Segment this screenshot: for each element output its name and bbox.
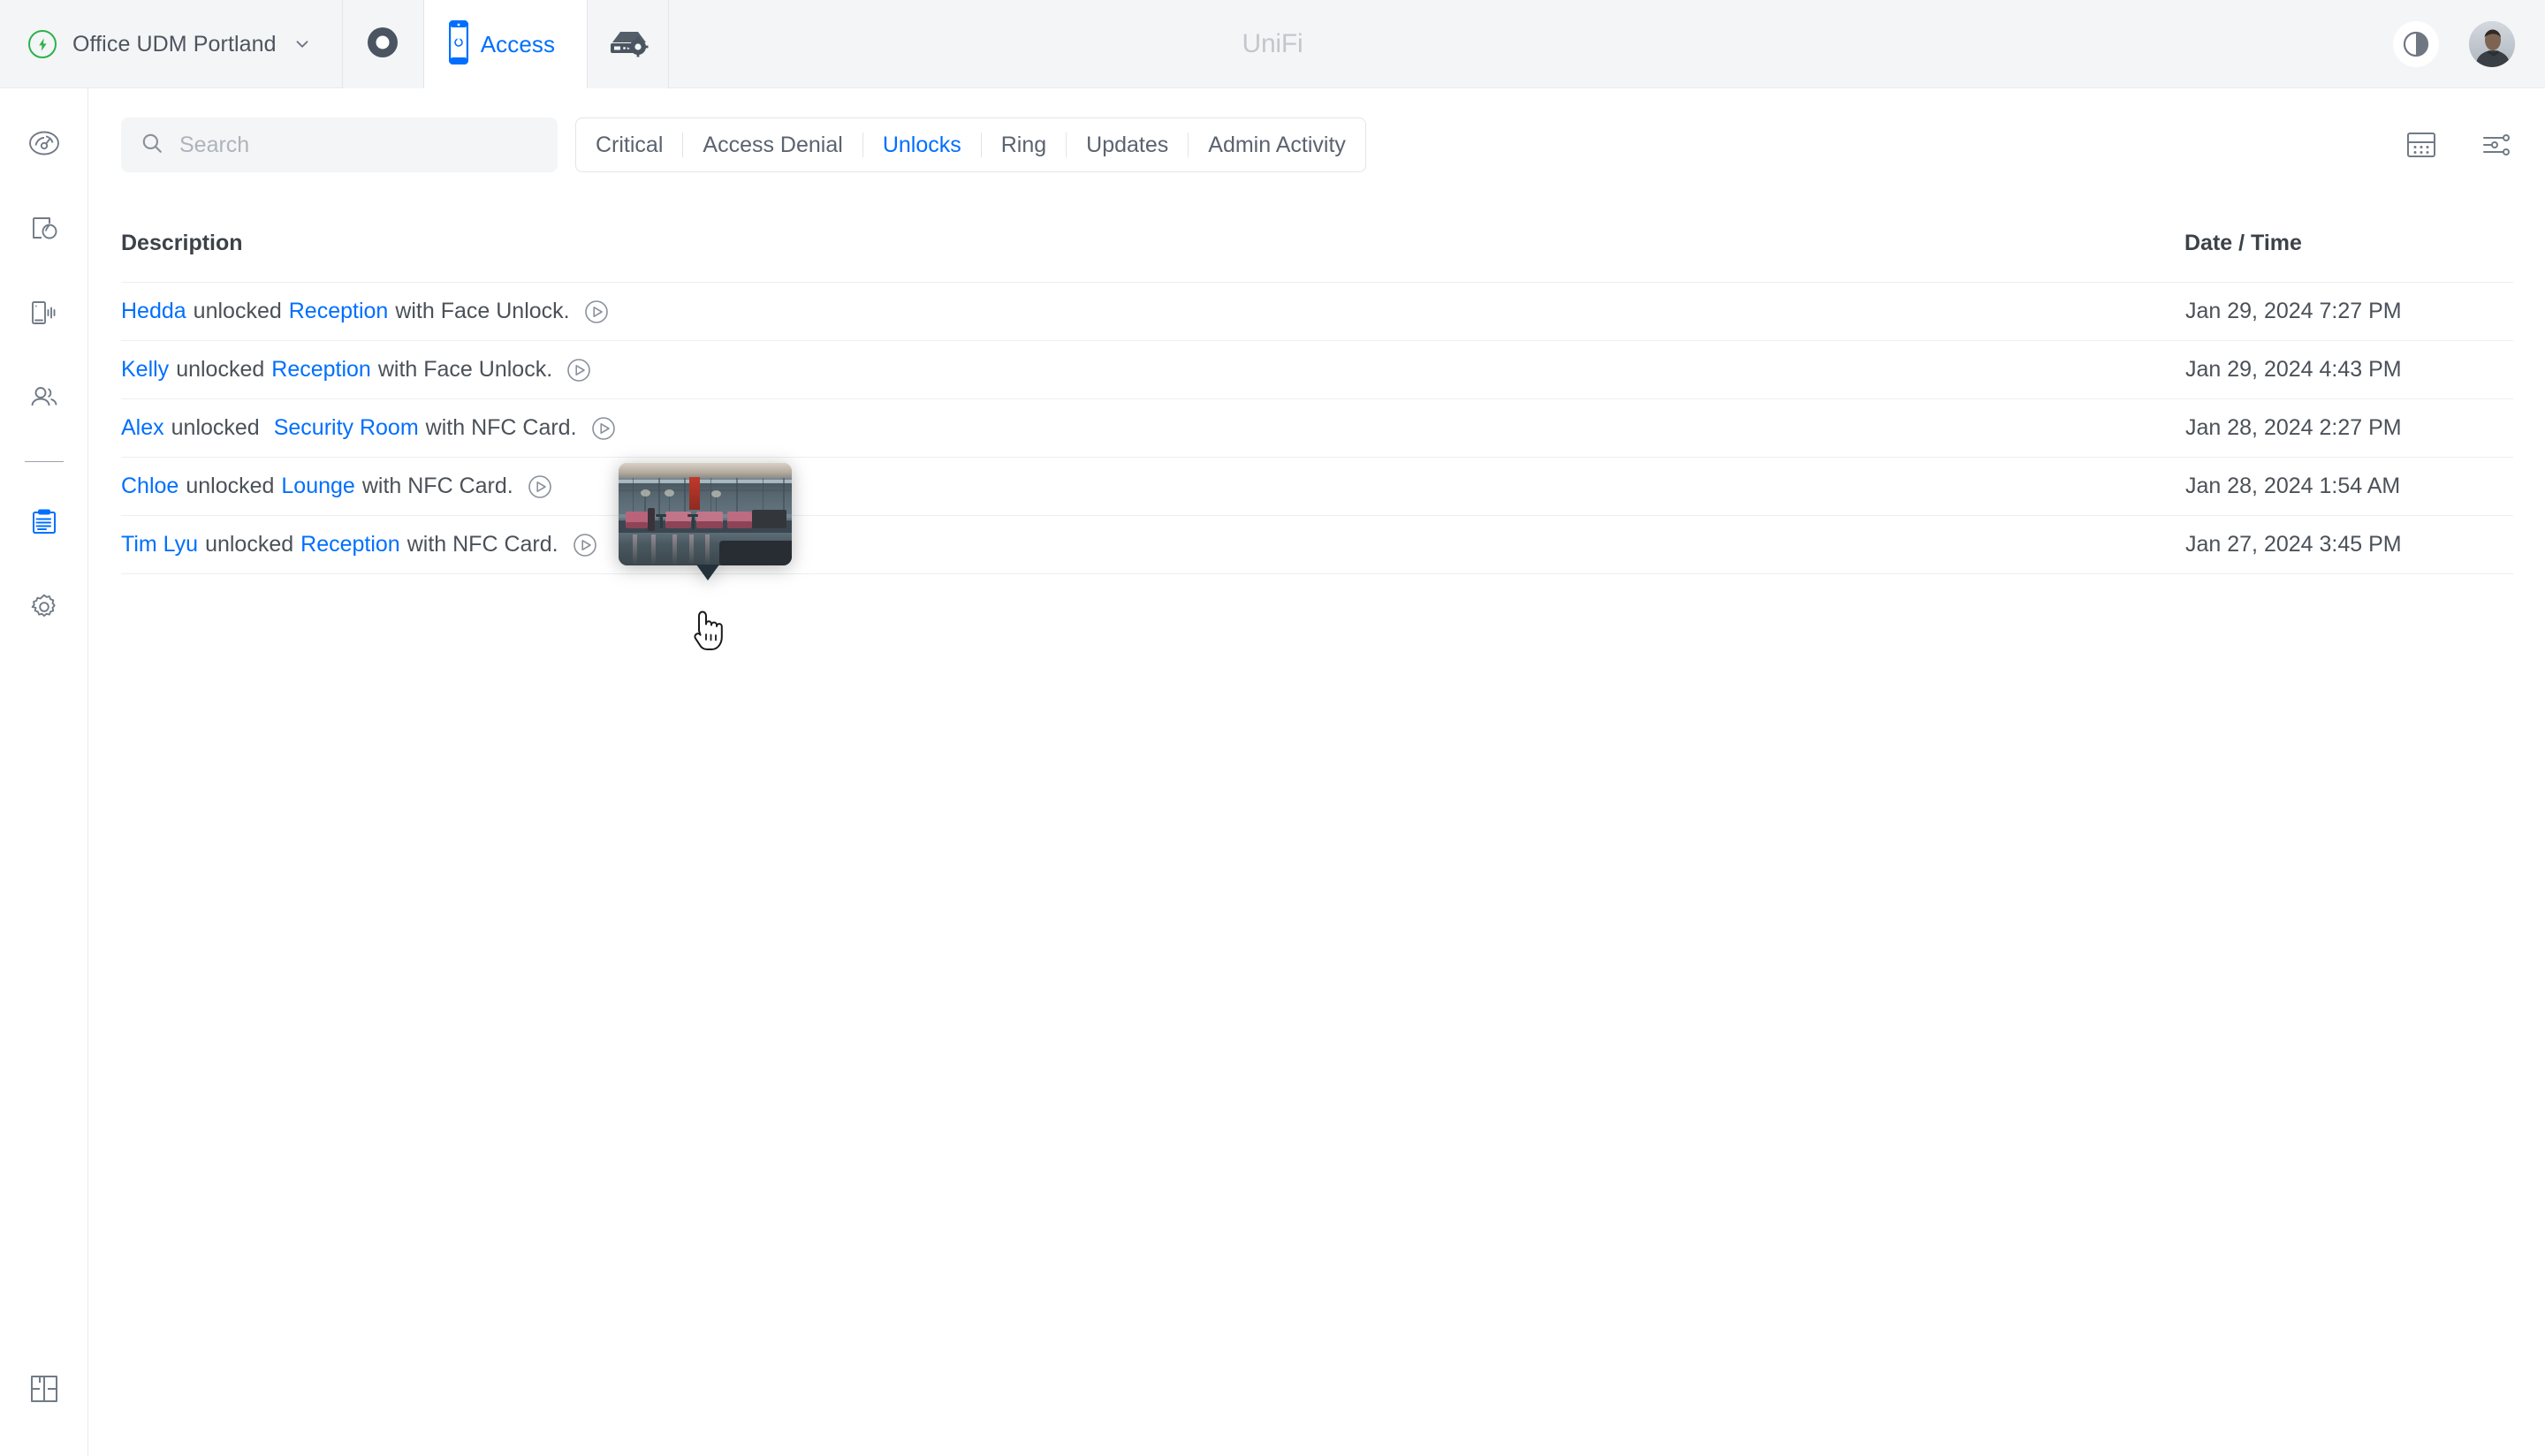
- app-tab-protect[interactable]: [342, 0, 424, 88]
- event-verb: unlocked: [205, 532, 294, 557]
- tab-updates[interactable]: Updates: [1067, 118, 1188, 172]
- event-datetime-cell: Jan 28, 2024 1:54 AM: [2184, 457, 2513, 515]
- event-datetime-cell: Jan 29, 2024 7:27 PM: [2184, 282, 2513, 340]
- sidebar-item-floorplan[interactable]: [0, 1348, 88, 1433]
- event-verb: unlocked: [186, 474, 275, 498]
- table-header-row: Description Date / Time: [89, 204, 2545, 282]
- table-bottom-border: [121, 573, 2513, 574]
- event-datetime-cell: Jan 28, 2024 2:27 PM: [2184, 398, 2513, 457]
- event-method: with Face Unlock.: [377, 357, 553, 382]
- sidebar-item-readers[interactable]: [0, 272, 88, 357]
- top-header-bar: Office UDM Portland Access UniFi: [0, 0, 2545, 88]
- access-reader-icon: [448, 19, 468, 69]
- filter-tabs: Critical Access Denial Unlocks Ring Upda…: [575, 118, 1366, 172]
- tab-admin-activity[interactable]: Admin Activity: [1189, 118, 1365, 172]
- event-method: with NFC Card.: [425, 415, 577, 440]
- card-reader-signal-icon: [27, 296, 61, 334]
- clipboard-log-icon: [27, 505, 61, 543]
- sidebar-item-users[interactable]: [0, 357, 88, 442]
- protect-camera-icon: [365, 25, 400, 64]
- sidebar-item-doors[interactable]: [0, 187, 88, 272]
- event-door-link[interactable]: Lounge: [281, 474, 354, 499]
- play-video-icon[interactable]: [566, 357, 592, 383]
- play-video-icon[interactable]: [527, 474, 553, 500]
- event-description-cell: Hedda unlocked Reception with Face Unloc…: [121, 282, 2184, 340]
- power-bolt-icon: [28, 30, 57, 58]
- event-actor-link[interactable]: Tim Lyu: [121, 532, 198, 557]
- event-datetime-cell: Jan 27, 2024 3:45 PM: [2184, 515, 2513, 573]
- column-header-description: Description: [121, 230, 243, 255]
- event-actor-link[interactable]: Chloe: [121, 474, 179, 499]
- chevron-down-icon: [296, 41, 308, 48]
- search-input[interactable]: [179, 132, 533, 158]
- search-icon: [141, 132, 163, 159]
- floorplan-icon: [29, 1374, 59, 1408]
- event-actor-link[interactable]: Kelly: [121, 357, 169, 383]
- sidebar-divider: [24, 461, 64, 462]
- table-row[interactable]: Chloe unlocked Lounge with NFC Card. Jan…: [89, 457, 2545, 515]
- site-selector[interactable]: Office UDM Portland: [0, 0, 343, 88]
- left-sidebar: [0, 88, 88, 1456]
- event-description-cell: Tim Lyu unlocked Reception with NFC Card…: [121, 515, 2184, 573]
- table-row[interactable]: Kelly unlocked Reception with Face Unloc…: [89, 340, 2545, 398]
- column-header-datetime: Date / Time: [2184, 230, 2302, 255]
- table-row[interactable]: Tim Lyu unlocked Reception with NFC Card…: [89, 515, 2545, 573]
- app-tab-network[interactable]: [588, 0, 670, 88]
- sidebar-item-logs[interactable]: [0, 482, 88, 566]
- event-description-cell: Alex unlocked Security Room with NFC Car…: [121, 398, 2184, 457]
- play-video-icon[interactable]: [572, 532, 598, 558]
- sidebar-item-dashboard[interactable]: [0, 102, 88, 187]
- table-row[interactable]: Hedda unlocked Reception with Face Unloc…: [89, 282, 2545, 340]
- filter-sliders-icon[interactable]: [2481, 131, 2513, 159]
- app-tab-access-label: Access: [480, 30, 556, 57]
- main-content: Critical Access Denial Unlocks Ring Upda…: [89, 89, 2545, 1456]
- avatar[interactable]: [2469, 21, 2515, 67]
- event-verb: unlocked: [171, 415, 260, 440]
- event-verb: unlocked: [176, 357, 265, 382]
- event-description-cell: Kelly unlocked Reception with Face Unloc…: [121, 340, 2184, 398]
- mouse-cursor-pointer: [690, 604, 729, 658]
- event-door-link[interactable]: Security Room: [274, 415, 419, 441]
- sidebar-item-settings[interactable]: [0, 566, 88, 651]
- door-lock-icon: [27, 211, 61, 249]
- sidebar-bottom: [0, 1348, 88, 1433]
- contrast-half-circle-icon[interactable]: [2393, 21, 2439, 67]
- event-datetime-cell: Jan 29, 2024 4:43 PM: [2184, 340, 2513, 398]
- play-video-icon[interactable]: [590, 415, 617, 442]
- site-name-label: Office UDM Portland: [72, 31, 277, 57]
- network-device-icon: [608, 27, 649, 63]
- tab-access-denial[interactable]: Access Denial: [683, 118, 862, 172]
- event-method: with NFC Card.: [406, 532, 558, 557]
- tab-critical[interactable]: Critical: [576, 118, 682, 172]
- event-verb: unlocked: [193, 299, 282, 323]
- event-method: with Face Unlock.: [395, 299, 570, 323]
- event-log-table: Description Date / Time Hedda unlocked R…: [89, 204, 2545, 574]
- event-description-cell: Chloe unlocked Lounge with NFC Card.: [121, 457, 2184, 515]
- event-door-link[interactable]: Reception: [289, 299, 389, 324]
- event-method: with NFC Card.: [361, 474, 513, 498]
- table-view-icon[interactable]: [2405, 131, 2437, 159]
- play-video-icon[interactable]: [583, 299, 610, 325]
- tab-ring[interactable]: Ring: [982, 118, 1066, 172]
- event-actor-link[interactable]: Hedda: [121, 299, 186, 324]
- unifi-access-window: Office UDM Portland Access UniFi Search …: [0, 0, 2545, 1456]
- event-door-link[interactable]: Reception: [271, 357, 371, 383]
- app-tab-access[interactable]: Access: [423, 0, 589, 88]
- users-icon: [27, 381, 61, 419]
- gear-icon: [27, 590, 61, 628]
- event-door-link[interactable]: Reception: [300, 532, 400, 557]
- table-row[interactable]: Alex unlocked Security Room with NFC Car…: [89, 398, 2545, 457]
- toolbar-icons: [2405, 118, 2513, 172]
- content-toolbar: Critical Access Denial Unlocks Ring Upda…: [121, 118, 2513, 172]
- dashboard-gauge-icon: [27, 126, 61, 164]
- search-box[interactable]: [121, 118, 558, 172]
- event-actor-link[interactable]: Alex: [121, 415, 164, 441]
- topbar-right-controls: [2393, 0, 2515, 88]
- tab-unlocks[interactable]: Unlocks: [863, 118, 981, 172]
